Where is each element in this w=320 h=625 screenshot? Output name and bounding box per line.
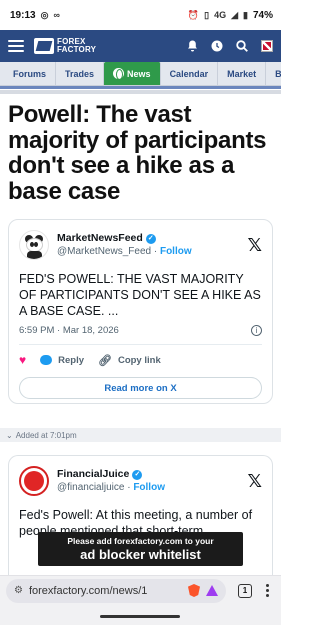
ad-blocker-notice: Please add forexfactory.com to your ad b… (38, 532, 243, 566)
clock-time: 19:13 (10, 9, 36, 21)
gesture-area (0, 605, 281, 625)
x-logo-icon[interactable]: 𝕏 (247, 235, 262, 256)
reply-button[interactable]: Reply (40, 355, 84, 366)
added-at-bar: ⌄ Added at 7:01pm (0, 428, 281, 442)
read-more-button[interactable]: Read more on X (19, 377, 262, 399)
tab-forums[interactable]: Forums (4, 62, 57, 85)
copy-link-button[interactable]: 🔗︎ Copy link (98, 354, 161, 367)
x-logo-icon[interactable]: 𝕏 (247, 471, 262, 492)
forex-factory-logo[interactable]: FOREX FACTORY (34, 38, 96, 54)
site-settings-icon[interactable]: ⚙ (14, 585, 23, 596)
battery-icon: ▮ (243, 9, 248, 20)
nav-tabs: Forums Trades News Calendar Market Broke (0, 62, 281, 86)
tab-brokers[interactable]: Broke (266, 62, 281, 85)
account-name[interactable]: FinancialJuice (57, 468, 129, 481)
search-icon[interactable] (236, 40, 248, 52)
tab-trades[interactable]: Trades (56, 62, 105, 85)
ad-notice-line2: ad blocker whitelist (80, 547, 201, 562)
like-button[interactable]: ♥ (19, 353, 26, 367)
verified-badge-icon: ✓ (132, 469, 143, 480)
reply-bubble-icon (40, 355, 53, 365)
verified-badge-icon: ✓ (145, 233, 156, 244)
flag-icon[interactable] (261, 40, 273, 52)
tweet-timestamp[interactable]: 6:59 PM · Mar 18, 2026 (19, 325, 119, 336)
ad-notice-line1: Please add forexfactory.com to your (67, 536, 214, 546)
signal-icon: ◢ (231, 9, 239, 20)
hamburger-menu-icon[interactable] (8, 40, 24, 52)
brave-rewards-icon[interactable] (206, 585, 218, 596)
clock-icon[interactable] (211, 40, 223, 52)
globe-icon (113, 68, 125, 80)
account-handle[interactable]: @MarketNews_Feed (57, 246, 151, 257)
tweet-text: FED'S POWELL: THE VAST MAJORITY OF PARTI… (19, 272, 261, 318)
follow-link[interactable]: Follow (160, 246, 192, 257)
info-icon[interactable]: i (251, 325, 262, 336)
bell-icon[interactable] (186, 40, 198, 52)
whatsapp-icon: ◎ (40, 9, 49, 20)
network-type: 4G (214, 10, 227, 20)
home-gesture-pill[interactable] (100, 615, 180, 618)
vibrate-icon: ▯ (204, 9, 210, 20)
article-headline: Powell: The vast majority of participant… (8, 101, 267, 205)
url-text[interactable]: forexfactory.com/news/1 (29, 585, 182, 597)
tab-news-label: News (127, 68, 151, 79)
heart-icon: ♥ (19, 353, 27, 367)
brave-shields-icon[interactable] (188, 584, 200, 597)
account-handle[interactable]: @financialjuice (57, 482, 124, 493)
more-menu-icon[interactable] (266, 584, 269, 597)
tab-market[interactable]: Market (218, 62, 267, 85)
voicemail-icon: ∞ (53, 10, 60, 20)
reply-label: Reply (58, 354, 84, 366)
added-at-text: Added at 7:01pm (15, 430, 77, 440)
alarm-icon: ⏰ (187, 9, 200, 20)
logo-mark-icon (34, 38, 54, 54)
logo-text-line2: FACTORY (57, 45, 97, 54)
avatar[interactable] (19, 230, 49, 260)
account-name[interactable]: MarketNewsFeed (57, 232, 143, 245)
address-bar[interactable]: ⚙ forexfactory.com/news/1 (6, 578, 226, 603)
avatar[interactable] (19, 466, 49, 496)
link-icon: 🔗︎ (98, 354, 112, 367)
embedded-tweet[interactable]: MarketNewsFeed ✓ @MarketNews_Feed · Foll… (8, 219, 273, 404)
divider (0, 86, 281, 89)
chevron-down-icon: ⌄ (6, 430, 13, 440)
status-bar: 19:13 ◎ ∞ ⏰ ▯ 4G ◢ ▮ 74% (0, 0, 281, 30)
browser-toolbar: ⚙ forexfactory.com/news/1 1 (0, 575, 281, 605)
app-header: FOREX FACTORY (0, 30, 281, 62)
tab-news[interactable]: News (104, 62, 161, 85)
tab-switcher-button[interactable]: 1 (238, 583, 252, 598)
tab-calendar[interactable]: Calendar (161, 62, 219, 85)
follow-link[interactable]: Follow (133, 482, 165, 493)
copy-link-label: Copy link (117, 354, 161, 366)
battery-percent: 74% (252, 9, 273, 21)
